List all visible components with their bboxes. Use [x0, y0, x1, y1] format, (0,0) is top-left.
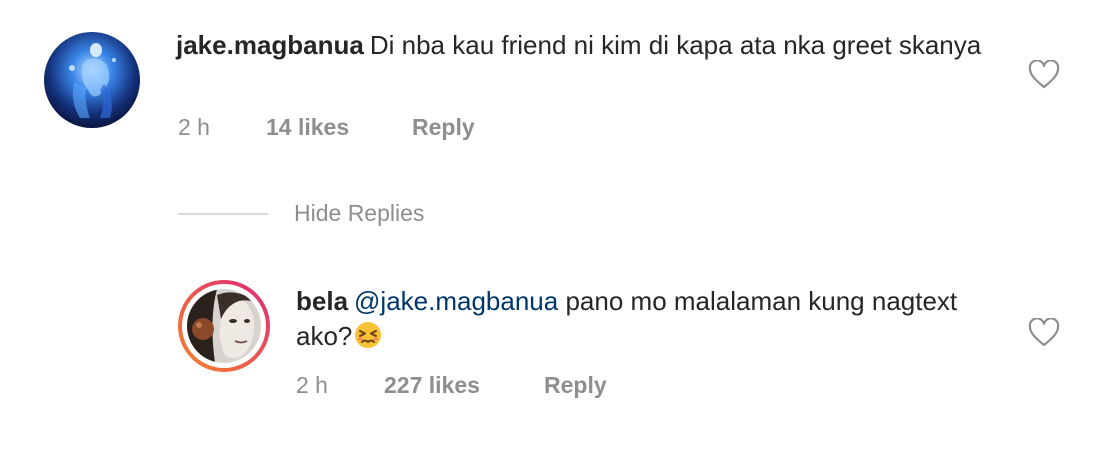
- comment-reply-button[interactable]: Reply: [412, 114, 475, 141]
- comment-meta: 2 h 14 likes Reply: [178, 114, 475, 141]
- avatar[interactable]: [44, 32, 140, 128]
- comment-likes[interactable]: 14 likes: [266, 114, 412, 141]
- comment-time: 2 h: [178, 114, 210, 140]
- avatar-image: [44, 32, 140, 128]
- reply-username[interactable]: bela: [296, 286, 348, 316]
- hide-replies-label: Hide Replies: [294, 200, 425, 226]
- hide-replies-toggle[interactable]: Hide Replies: [178, 200, 424, 227]
- comment-body: jake.magbanua Di nba kau friend ni kim di…: [176, 28, 1016, 63]
- heart-outline-icon[interactable]: [1028, 60, 1060, 90]
- hide-replies-divider: [178, 212, 268, 215]
- persevering-face-icon: [355, 322, 382, 348]
- reply-meta: 2 h 227 likes Reply: [296, 372, 607, 399]
- comment-username[interactable]: jake.magbanua: [176, 30, 364, 60]
- reply-likes[interactable]: 227 likes: [384, 372, 544, 399]
- story-ring[interactable]: [178, 280, 270, 372]
- reply-reply-button[interactable]: Reply: [544, 372, 607, 399]
- reply-comment: bela @jake.magbanua pano mo malalaman kun…: [0, 270, 1120, 420]
- persevering-face-emoji: [354, 321, 382, 358]
- comment-text: Di nba kau friend ni kim di kapa ata nka…: [369, 30, 982, 60]
- reply-time: 2 h: [296, 372, 328, 398]
- reply-body: bela @jake.magbanua pano mo malalaman kun…: [296, 284, 1016, 358]
- avatar: [187, 289, 261, 363]
- avatar-image: [187, 289, 261, 363]
- reply-mention[interactable]: @jake.magbanua: [354, 286, 558, 316]
- heart-outline-icon[interactable]: [1028, 318, 1060, 348]
- comment: jake.magbanua Di nba kau friend ni kim di…: [0, 0, 1120, 160]
